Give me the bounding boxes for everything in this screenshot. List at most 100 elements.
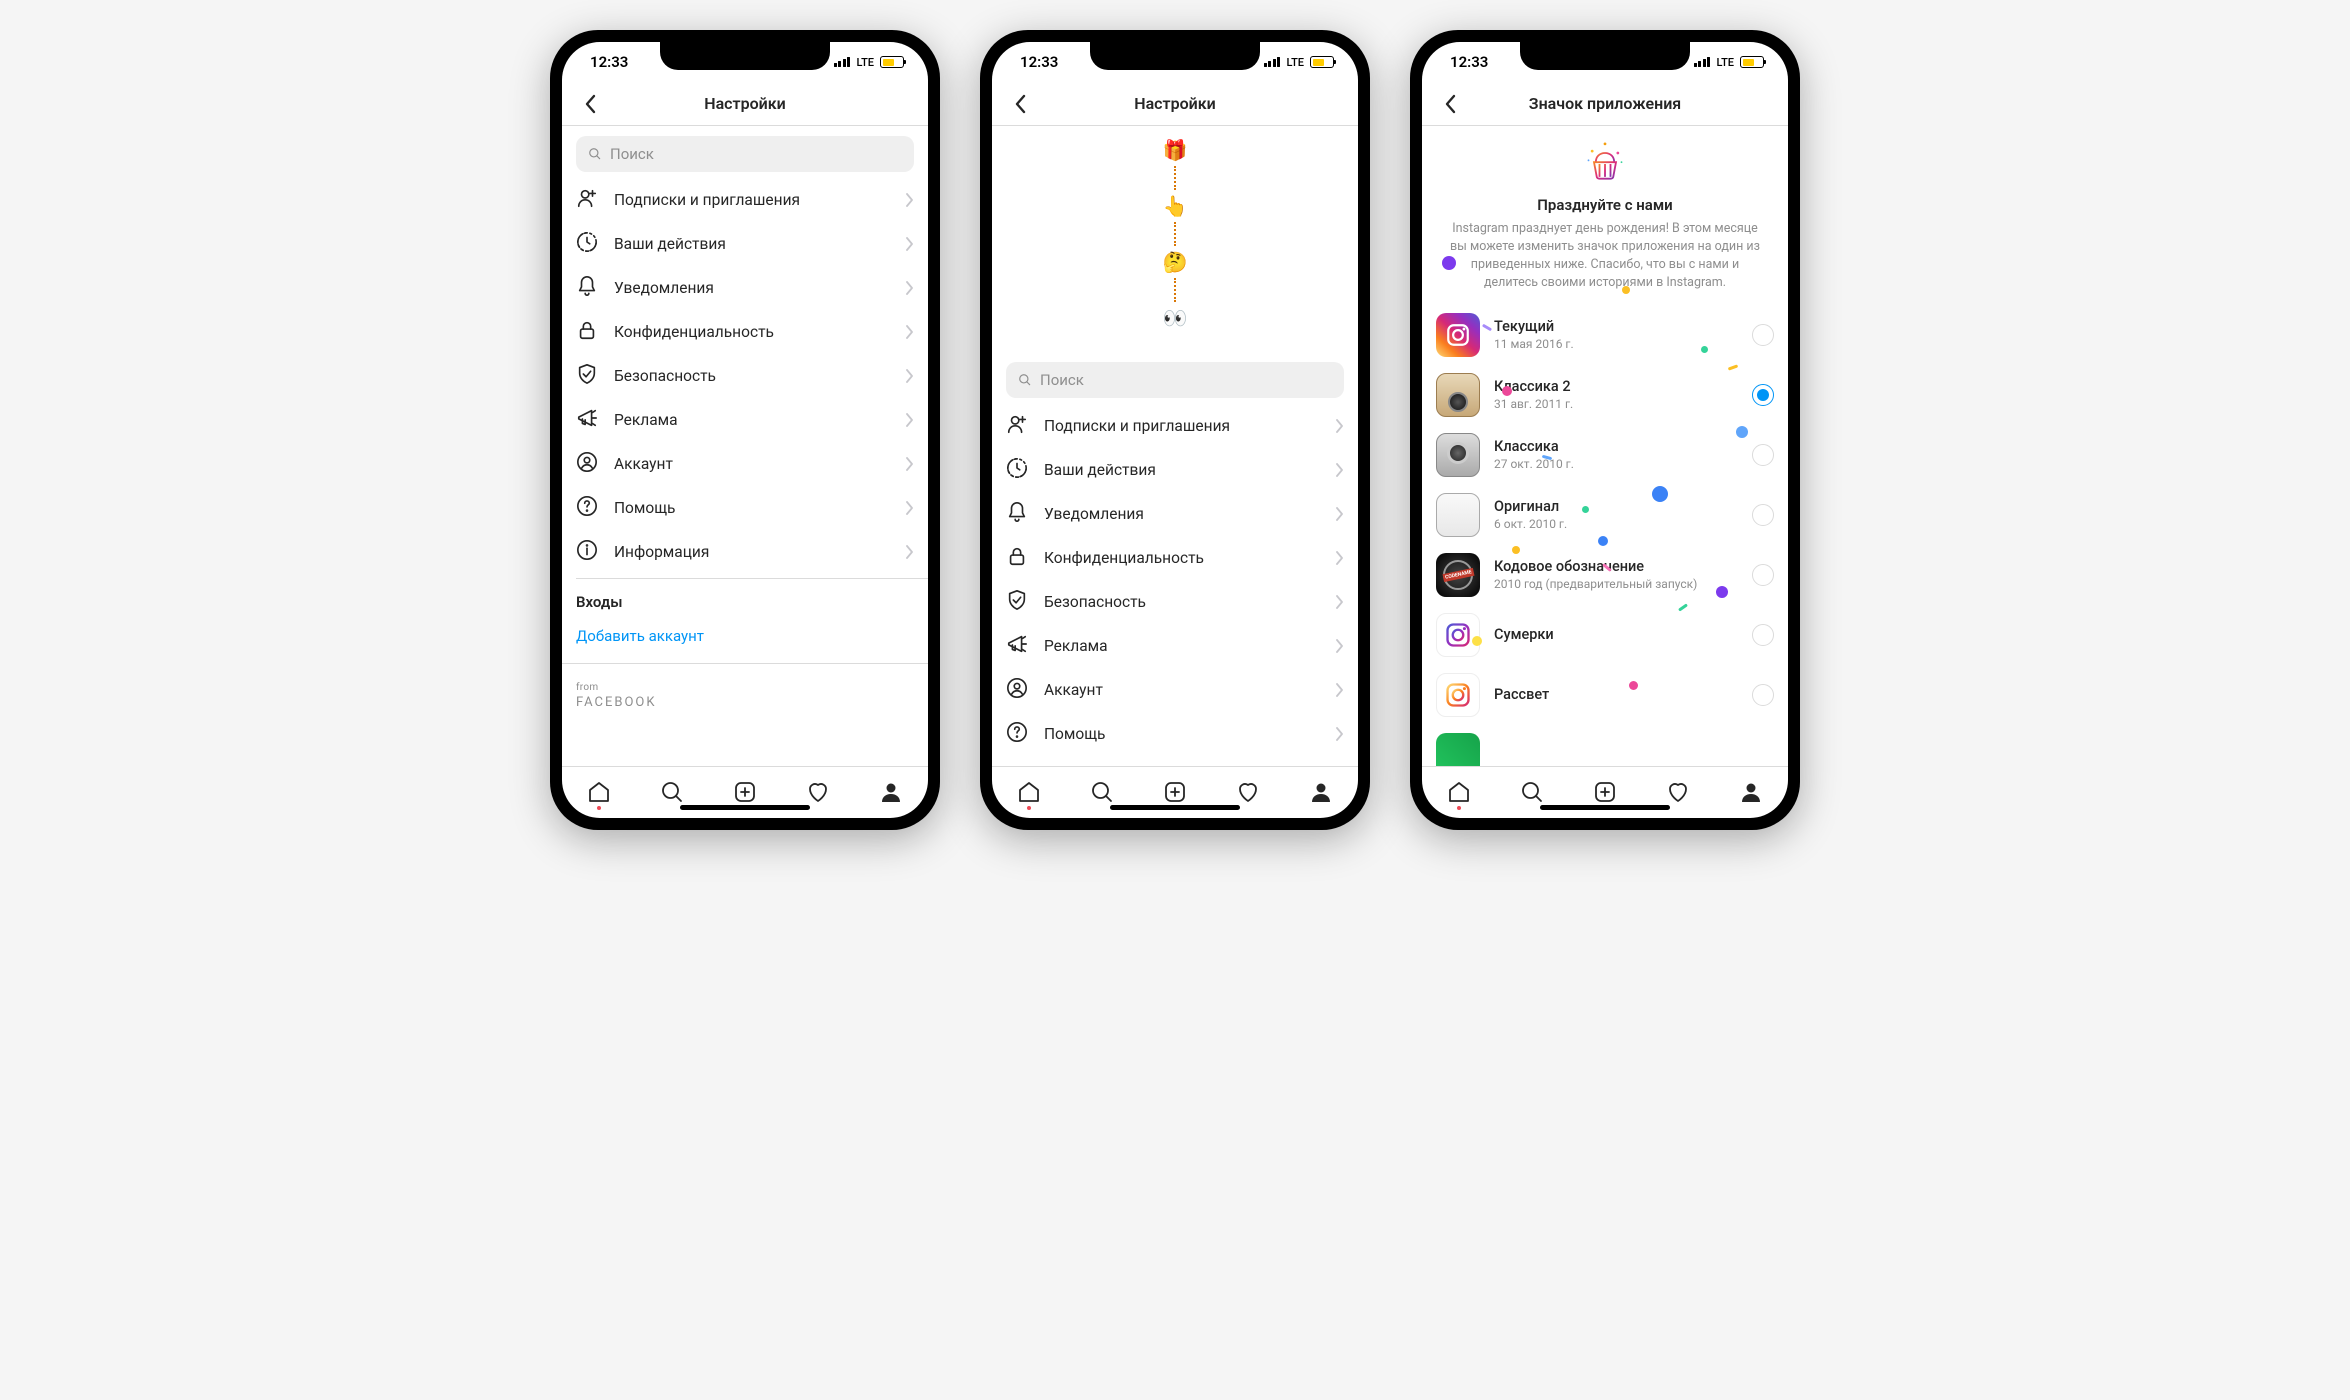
tab-profile[interactable] bbox=[1731, 780, 1771, 804]
tab-home[interactable] bbox=[579, 780, 619, 804]
tab-search[interactable] bbox=[1082, 780, 1122, 804]
eyes-emoji: 👀 bbox=[1163, 306, 1188, 330]
tab-profile[interactable] bbox=[1301, 780, 1341, 804]
page-title: Настройки bbox=[704, 94, 786, 113]
home-indicator[interactable] bbox=[1540, 805, 1670, 810]
emoji-trail[interactable]: 🎁 👆 🤔 👀 bbox=[992, 126, 1358, 352]
menu-item-label: Подписки и приглашения bbox=[614, 191, 890, 209]
menu-item-label: Помощь bbox=[614, 499, 890, 517]
lock-icon bbox=[1006, 545, 1028, 571]
option-date: 11 мая 2016 г. bbox=[1494, 337, 1738, 351]
menu-item-megaphone[interactable]: Реклама bbox=[562, 398, 928, 442]
megaphone-icon bbox=[1006, 633, 1028, 659]
menu-item-info[interactable]: Информация bbox=[992, 756, 1358, 766]
radio-button[interactable] bbox=[1752, 324, 1774, 346]
menu-item-info[interactable]: Информация bbox=[562, 530, 928, 574]
menu-item-label: Конфиденциальность bbox=[1044, 549, 1320, 567]
menu-item-activity-clock[interactable]: Ваши действия bbox=[992, 448, 1358, 492]
icon-option-current[interactable]: Текущий 11 мая 2016 г. bbox=[1422, 305, 1788, 365]
user-circle-icon bbox=[576, 451, 598, 477]
tab-add[interactable] bbox=[1585, 780, 1625, 804]
add-account-link[interactable]: Добавить аккаунт bbox=[562, 619, 928, 663]
icon-option-classic2[interactable]: Классика 2 31 авг. 2011 г. bbox=[1422, 365, 1788, 425]
nav-header: Настройки bbox=[562, 82, 928, 126]
icon-option-original[interactable]: Оригинал 6 окт. 2010 г. bbox=[1422, 485, 1788, 545]
back-button[interactable] bbox=[1434, 88, 1466, 120]
menu-item-label: Аккаунт bbox=[614, 455, 890, 473]
radio-button[interactable] bbox=[1752, 444, 1774, 466]
tab-add[interactable] bbox=[725, 780, 765, 804]
menu-item-activity-clock[interactable]: Ваши действия bbox=[562, 222, 928, 266]
battery-icon bbox=[880, 56, 904, 68]
tab-activity[interactable] bbox=[1658, 780, 1698, 804]
radio-button[interactable] bbox=[1752, 564, 1774, 586]
lock-icon bbox=[576, 319, 598, 345]
menu-item-shield[interactable]: Безопасность bbox=[562, 354, 928, 398]
chevron-right-icon bbox=[1336, 683, 1344, 697]
menu-item-user-circle[interactable]: Аккаунт bbox=[562, 442, 928, 486]
chevron-right-icon bbox=[1336, 419, 1344, 433]
menu-item-bell[interactable]: Уведомления bbox=[992, 492, 1358, 536]
menu-item-label: Подписки и приглашения bbox=[1044, 417, 1320, 435]
icon-option-classic[interactable]: Классика 27 окт. 2010 г. bbox=[1422, 425, 1788, 485]
menu-item-label: Безопасность bbox=[1044, 593, 1320, 611]
icon-option-dawn[interactable]: Рассвет bbox=[1422, 665, 1788, 725]
menu-item-label: Аккаунт bbox=[1044, 681, 1320, 699]
menu-item-label: Ваши действия bbox=[614, 235, 890, 253]
radio-button[interactable] bbox=[1752, 624, 1774, 646]
option-title: Сумерки bbox=[1494, 626, 1738, 643]
menu-item-shield[interactable]: Безопасность bbox=[992, 580, 1358, 624]
tab-profile[interactable] bbox=[871, 780, 911, 804]
tab-activity[interactable] bbox=[798, 780, 838, 804]
tab-bar bbox=[562, 766, 928, 818]
icon-option-green[interactable] bbox=[1422, 725, 1788, 767]
option-date: 31 авг. 2011 г. bbox=[1494, 397, 1738, 411]
user-circle-icon bbox=[1006, 677, 1028, 703]
point-emoji: 👆 bbox=[1163, 194, 1188, 218]
page-title: Значок приложения bbox=[1529, 94, 1681, 113]
tab-search[interactable] bbox=[652, 780, 692, 804]
option-title: Текущий bbox=[1494, 318, 1738, 335]
icon-option-dusk[interactable]: Сумерки bbox=[1422, 605, 1788, 665]
signal-icon bbox=[834, 57, 851, 67]
chevron-right-icon bbox=[1336, 551, 1344, 565]
menu-item-help[interactable]: Помощь bbox=[992, 712, 1358, 756]
tab-activity[interactable] bbox=[1228, 780, 1268, 804]
chevron-right-icon bbox=[906, 281, 914, 295]
chevron-right-icon bbox=[906, 193, 914, 207]
menu-item-lock[interactable]: Конфиденциальность bbox=[562, 310, 928, 354]
user-plus-icon bbox=[1006, 413, 1028, 439]
nav-header: Настройки bbox=[992, 82, 1358, 126]
home-indicator[interactable] bbox=[1110, 805, 1240, 810]
search-input[interactable]: Поиск bbox=[1006, 362, 1344, 398]
back-button[interactable] bbox=[1004, 88, 1036, 120]
radio-button[interactable] bbox=[1752, 504, 1774, 526]
menu-item-lock[interactable]: Конфиденциальность bbox=[992, 536, 1358, 580]
menu-item-user-plus[interactable]: Подписки и приглашения bbox=[992, 404, 1358, 448]
radio-button[interactable] bbox=[1752, 684, 1774, 706]
chevron-left-icon bbox=[1014, 94, 1026, 114]
battery-icon bbox=[1740, 56, 1764, 68]
search-icon bbox=[588, 147, 602, 161]
menu-item-megaphone[interactable]: Реклама bbox=[992, 624, 1358, 668]
chevron-left-icon bbox=[584, 94, 596, 114]
tab-add[interactable] bbox=[1155, 780, 1195, 804]
home-indicator[interactable] bbox=[680, 805, 810, 810]
tab-search[interactable] bbox=[1512, 780, 1552, 804]
icon-option-codename[interactable]: CODENAME Кодовое обозначение 2010 год (п… bbox=[1422, 545, 1788, 605]
tab-home[interactable] bbox=[1439, 780, 1479, 804]
menu-item-label: Реклама bbox=[1044, 637, 1320, 655]
back-button[interactable] bbox=[574, 88, 606, 120]
help-icon bbox=[1006, 721, 1028, 747]
menu-item-user-circle[interactable]: Аккаунт bbox=[992, 668, 1358, 712]
menu-item-label: Уведомления bbox=[614, 279, 890, 297]
option-title: Кодовое обозначение bbox=[1494, 558, 1738, 575]
menu-item-help[interactable]: Помощь bbox=[562, 486, 928, 530]
menu-item-bell[interactable]: Уведомления bbox=[562, 266, 928, 310]
chevron-right-icon bbox=[906, 325, 914, 339]
shield-icon bbox=[1006, 589, 1028, 615]
menu-item-user-plus[interactable]: Подписки и приглашения bbox=[562, 178, 928, 222]
tab-home[interactable] bbox=[1009, 780, 1049, 804]
search-input[interactable]: Поиск bbox=[576, 136, 914, 172]
radio-button[interactable] bbox=[1752, 384, 1774, 406]
